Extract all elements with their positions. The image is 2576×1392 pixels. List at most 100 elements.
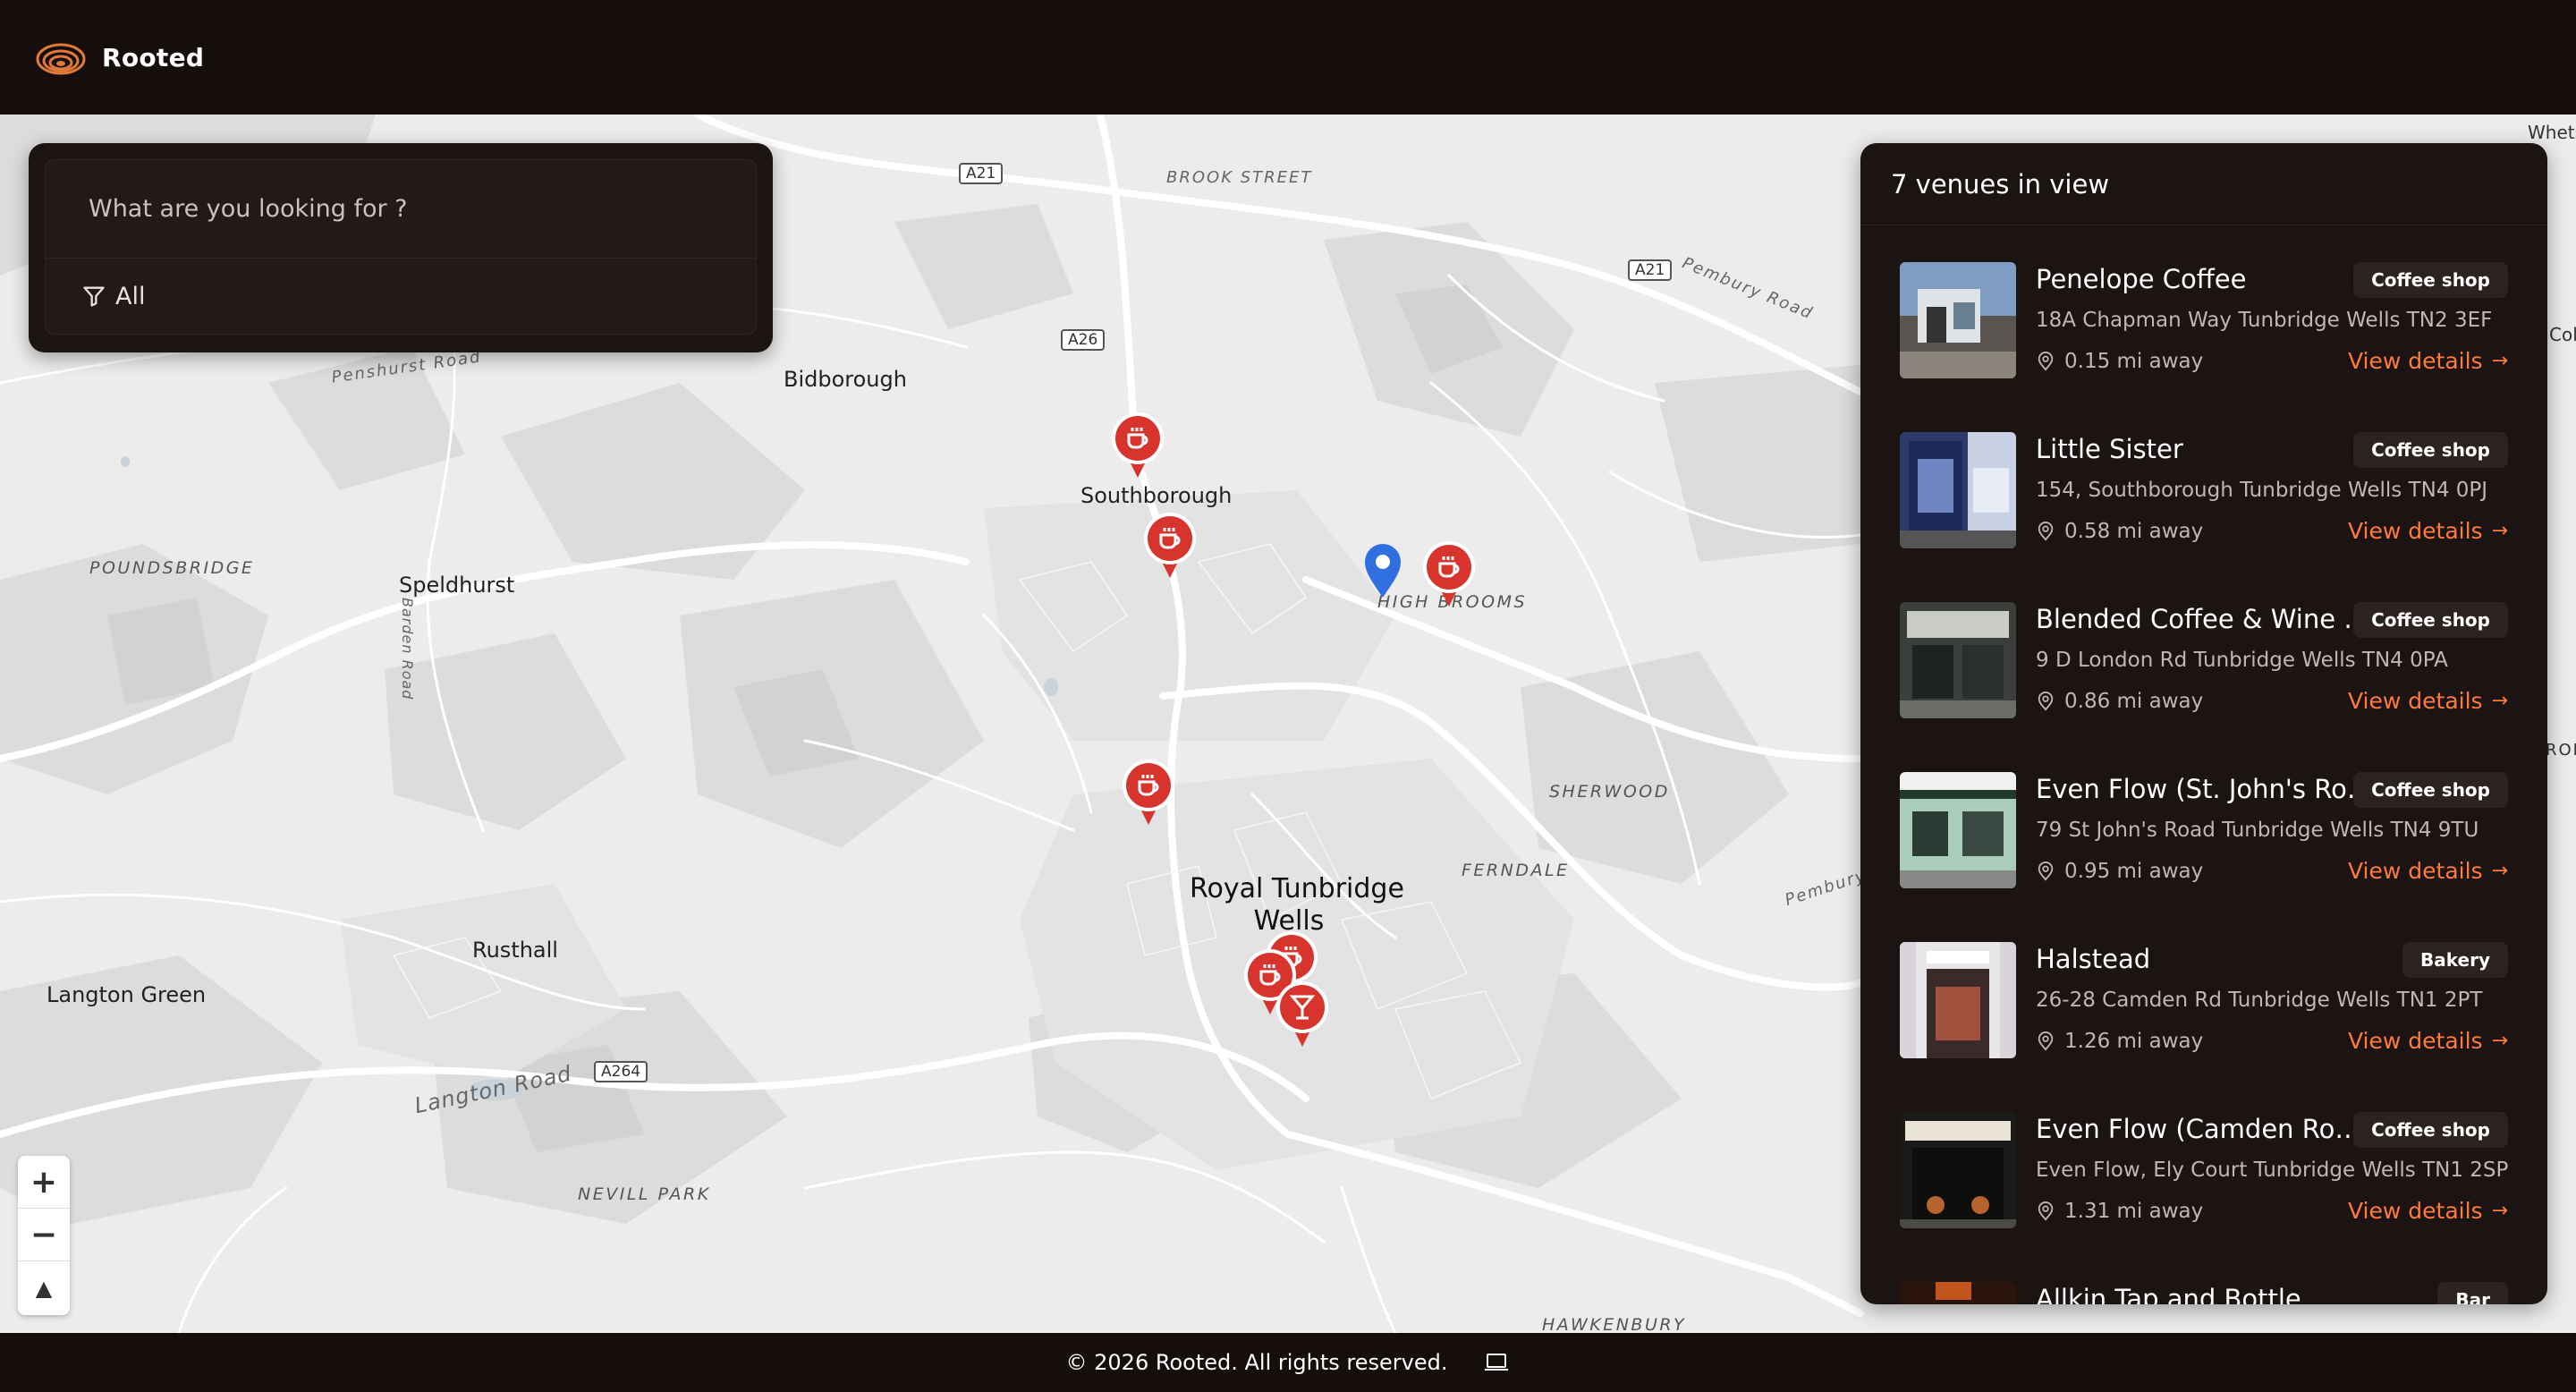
filter-label: All bbox=[115, 282, 146, 310]
venue-card[interactable]: Even Flow (Camden Road) Coffee shop Even… bbox=[1900, 1112, 2508, 1228]
map-label-bidborough: Bidborough bbox=[784, 367, 907, 392]
venue-distance: 0.58 mi away bbox=[2036, 520, 2203, 543]
view-details-label: View details bbox=[2348, 348, 2483, 374]
venue-photo[interactable] bbox=[1900, 432, 2016, 548]
zoom-out-button[interactable]: − bbox=[18, 1209, 70, 1261]
map-label-barden-road: Barden Road bbox=[399, 598, 416, 700]
venue-photo[interactable] bbox=[1900, 602, 2016, 718]
location-pin-icon bbox=[2038, 352, 2054, 371]
location-pin-icon bbox=[2038, 862, 2054, 881]
venue-category-badge: Coffee shop bbox=[2353, 262, 2508, 298]
venue-photo[interactable] bbox=[1900, 1282, 2016, 1304]
map-label-royal-tunbridge: Royal Tunbridge bbox=[1190, 873, 1404, 904]
road-shield-a21-east: A21 bbox=[1628, 259, 1673, 281]
venue-address: 26-28 Camden Rd Tunbridge Wells TN1 2PT bbox=[2036, 989, 2483, 1012]
map-label-rom: ROM bbox=[2546, 741, 2576, 760]
map-label-brook-street: BROOK STREET bbox=[1166, 168, 1313, 187]
view-details-label: View details bbox=[2348, 518, 2483, 544]
arrow-right-icon: → bbox=[2491, 1200, 2508, 1222]
view-details-label: View details bbox=[2348, 1028, 2483, 1054]
venue-distance-text: 0.15 mi away bbox=[2064, 350, 2204, 373]
brand-name[interactable]: Rooted bbox=[102, 43, 204, 72]
map-zoom-controls: + − ▲ bbox=[18, 1156, 70, 1315]
road-shield-a264: A264 bbox=[594, 1061, 648, 1082]
venue-address: 18A Chapman Way Tunbridge Wells TN2 3EF bbox=[2036, 309, 2493, 332]
arrow-right-icon: → bbox=[2491, 520, 2508, 542]
venue-pin-bar[interactable] bbox=[1274, 979, 1331, 1048]
venue-name[interactable]: Blended Coffee & Wine Bar bbox=[2036, 604, 2376, 634]
view-details-link[interactable]: View details → bbox=[2348, 1198, 2508, 1224]
venue-distance-text: 1.31 mi away bbox=[2064, 1200, 2204, 1223]
filter-icon bbox=[83, 286, 105, 307]
venue-list[interactable]: Penelope Coffee Coffee shop 18A Chapman … bbox=[1860, 226, 2547, 1304]
venue-category-badge: Coffee shop bbox=[2353, 432, 2508, 468]
venue-name[interactable]: Even Flow (Camden Road) bbox=[2036, 1114, 2376, 1144]
zoom-in-button[interactable]: + bbox=[18, 1156, 70, 1209]
venue-category-badge: Bakery bbox=[2402, 942, 2508, 978]
venue-photo[interactable] bbox=[1900, 262, 2016, 378]
view-details-link[interactable]: View details → bbox=[2348, 688, 2508, 714]
map-label-langton-green: Langton Green bbox=[47, 982, 207, 1007]
rooted-logo-icon[interactable] bbox=[36, 39, 86, 75]
venue-address: Even Flow, Ely Court Tunbridge Wells TN1… bbox=[2036, 1159, 2509, 1182]
venue-distance-text: 0.86 mi away bbox=[2064, 690, 2204, 713]
venue-address: 9 D London Rd Tunbridge Wells TN4 0PA bbox=[2036, 649, 2448, 672]
user-location-icon[interactable] bbox=[1363, 542, 1402, 599]
map-label-hawkenbury: HAWKENBURY bbox=[1542, 1315, 1687, 1333]
venue-category-badge: Coffee shop bbox=[2353, 772, 2508, 808]
view-details-label: View details bbox=[2348, 688, 2483, 714]
venue-name[interactable]: Penelope Coffee bbox=[2036, 264, 2376, 294]
arrow-right-icon: → bbox=[2491, 690, 2508, 712]
map-label-nevill-park: NEVILL PARK bbox=[578, 1184, 711, 1204]
venue-name[interactable]: Halstead bbox=[2036, 944, 2376, 974]
view-details-label: View details bbox=[2348, 858, 2483, 884]
map-label-col: Col bbox=[2549, 324, 2576, 345]
map-label-whets: Whets bbox=[2528, 122, 2576, 143]
arrow-right-icon: → bbox=[2491, 1030, 2508, 1052]
venue-card[interactable]: Halstead Bakery 26-28 Camden Rd Tunbridg… bbox=[1900, 942, 2508, 1058]
venues-count-heading: 7 venues in view bbox=[1860, 143, 2547, 225]
venue-distance: 1.31 mi away bbox=[2036, 1200, 2203, 1223]
venue-name[interactable]: Little Sister bbox=[2036, 434, 2376, 464]
venue-card[interactable]: Allkin Tap and Bottle Bar bbox=[1900, 1282, 2508, 1304]
venue-pin-coffee[interactable] bbox=[1141, 510, 1199, 580]
venue-category-badge: Coffee shop bbox=[2353, 602, 2508, 638]
search-panel: All bbox=[29, 143, 773, 352]
venue-category-badge: Bar bbox=[2437, 1282, 2508, 1304]
venue-pin-coffee[interactable] bbox=[1420, 539, 1478, 608]
arrow-right-icon: → bbox=[2491, 860, 2508, 882]
venue-card[interactable]: Even Flow (St. John's Roa... Coffee shop… bbox=[1900, 772, 2508, 888]
cocktail-icon bbox=[1276, 981, 1328, 1047]
view-details-link[interactable]: View details → bbox=[2348, 348, 2508, 374]
map-label-rusthall: Rusthall bbox=[472, 938, 558, 963]
map-label-poundsbridge: POUNDSBRIDGE bbox=[89, 558, 255, 578]
venue-distance-text: 0.95 mi away bbox=[2064, 860, 2204, 883]
venue-card[interactable]: Blended Coffee & Wine Bar Coffee shop 9 … bbox=[1900, 602, 2508, 718]
venue-pin-coffee[interactable] bbox=[1120, 757, 1177, 827]
venue-name[interactable]: Even Flow (St. John's Roa... bbox=[2036, 774, 2376, 804]
road-shield-a21: A21 bbox=[959, 163, 1004, 184]
venues-panel: 7 venues in view Penelope Coffee Coffee … bbox=[1860, 143, 2547, 1304]
search-input[interactable] bbox=[46, 160, 756, 259]
arrow-right-icon: → bbox=[2491, 350, 2508, 372]
view-details-link[interactable]: View details → bbox=[2348, 858, 2508, 884]
map-label-southborough: Southborough bbox=[1080, 483, 1233, 508]
view-details-link[interactable]: View details → bbox=[2348, 1028, 2508, 1054]
location-pin-icon bbox=[2038, 692, 2054, 711]
venue-card[interactable]: Penelope Coffee Coffee shop 18A Chapman … bbox=[1900, 262, 2508, 378]
venue-photo[interactable] bbox=[1900, 772, 2016, 888]
venue-distance: 0.95 mi away bbox=[2036, 860, 2203, 883]
venue-photo[interactable] bbox=[1900, 942, 2016, 1058]
app-footer: © 2026 Rooted. All rights reserved. bbox=[0, 1333, 2576, 1392]
venue-card[interactable]: Little Sister Coffee shop 154, Southboro… bbox=[1900, 432, 2508, 548]
category-filter[interactable]: All bbox=[46, 259, 756, 334]
venue-category-badge: Coffee shop bbox=[2353, 1112, 2508, 1148]
compass-reset-button[interactable]: ▲ bbox=[18, 1261, 70, 1314]
venue-name[interactable]: Allkin Tap and Bottle bbox=[2036, 1284, 2376, 1304]
road-shield-a26: A26 bbox=[1061, 329, 1106, 351]
laptop-icon[interactable] bbox=[1483, 1352, 1510, 1373]
view-details-link[interactable]: View details → bbox=[2348, 518, 2508, 544]
copyright-text: © 2026 Rooted. All rights reserved. bbox=[1065, 1350, 1448, 1375]
venue-photo[interactable] bbox=[1900, 1112, 2016, 1228]
venue-pin-coffee[interactable] bbox=[1109, 410, 1166, 480]
